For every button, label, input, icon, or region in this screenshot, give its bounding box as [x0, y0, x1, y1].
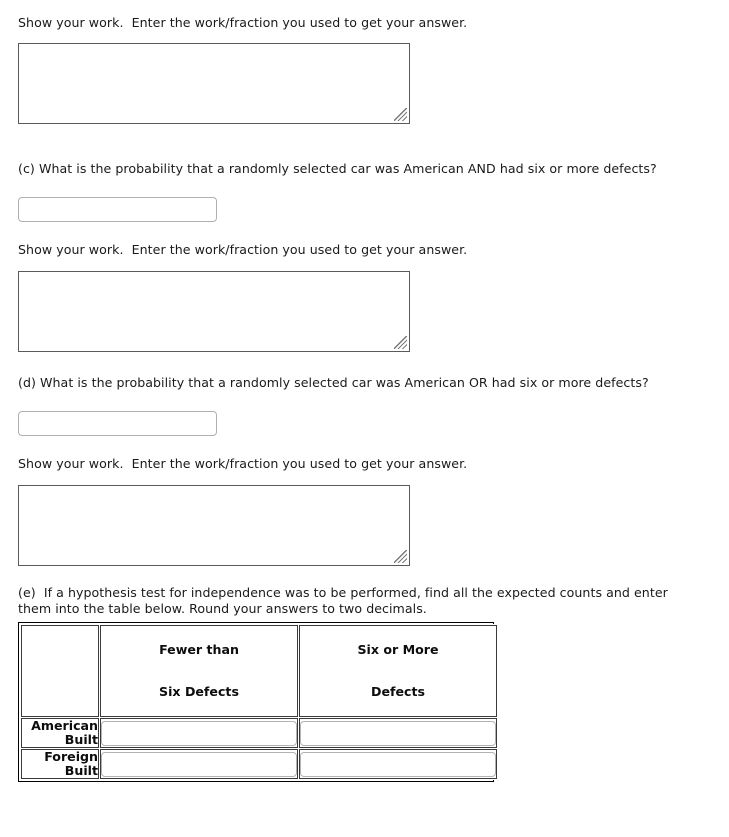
work-textarea-d[interactable] [19, 486, 409, 565]
table-corner-cell [21, 625, 99, 717]
question-d-label: (d) What is the probability that a rando… [18, 375, 649, 390]
cell-american-six-or-more[interactable] [299, 718, 497, 748]
work-textarea-d-container[interactable] [18, 485, 410, 566]
expected-counts-table-wrapper: Fewer than Six Defects Six or More Defec… [18, 622, 498, 782]
header-line2: Six Defects [159, 684, 239, 699]
work-textarea-a-container[interactable] [18, 43, 410, 124]
row-label-line2: Built [64, 763, 98, 778]
expected-count-input-foreign-six-or-more[interactable] [300, 751, 496, 777]
cell-foreign-six-or-more[interactable] [299, 749, 497, 779]
expected-count-input-american-fewer[interactable] [101, 720, 297, 746]
expected-counts-table: Fewer than Six Defects Six or More Defec… [20, 624, 498, 780]
question-c-label: (c) What is the probability that a rando… [18, 161, 657, 176]
row-label-foreign-built: Foreign Built [21, 749, 99, 779]
row-label-line2: Built [64, 732, 98, 747]
cell-american-fewer-than-six[interactable] [100, 718, 298, 748]
table-row: American Built [21, 718, 497, 748]
work-textarea-c-container[interactable] [18, 271, 410, 352]
row-label-line1: American [31, 718, 98, 733]
table-header-fewer-than-six-defects: Fewer than Six Defects [100, 625, 298, 717]
row-label-american-built: American Built [21, 718, 99, 748]
header-line1: Six or More [357, 642, 439, 657]
question-d-answer-input[interactable] [18, 411, 217, 436]
question-e-label-line1: (e) If a hypothesis test for independenc… [18, 585, 668, 600]
expected-count-input-american-six-or-more[interactable] [300, 720, 496, 746]
table-header-six-or-more-defects: Six or More Defects [299, 625, 497, 717]
cell-foreign-fewer-than-six[interactable] [100, 749, 298, 779]
table-row: Foreign Built [21, 749, 497, 779]
expected-count-input-foreign-fewer[interactable] [101, 751, 297, 777]
question-c-work-label: Show your work. Enter the work/fraction … [18, 242, 468, 257]
work-textarea-a[interactable] [19, 44, 409, 123]
header-line2: Defects [371, 684, 425, 699]
question-e-label-line2: them into the table below. Round your an… [18, 601, 427, 616]
table-header-row: Fewer than Six Defects Six or More Defec… [21, 625, 497, 717]
row-label-line1: Foreign [44, 749, 98, 764]
header-line1: Fewer than [159, 642, 239, 657]
work-prompt-a-label: Show your work. Enter the work/fraction … [18, 15, 468, 30]
question-d-work-label: Show your work. Enter the work/fraction … [18, 456, 468, 471]
work-textarea-c[interactable] [19, 272, 409, 351]
question-c-answer-input[interactable] [18, 197, 217, 222]
worksheet-page: Show your work. Enter the work/fraction … [0, 0, 729, 837]
